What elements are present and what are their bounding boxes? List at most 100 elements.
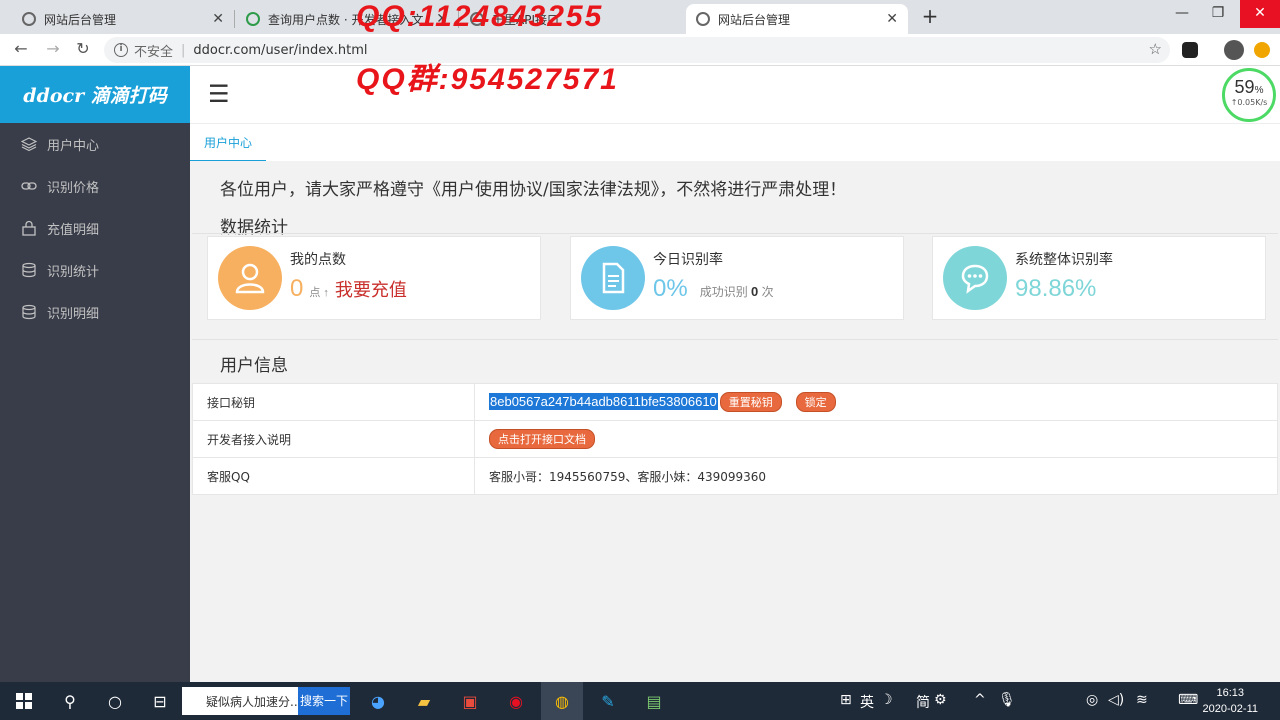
clock-date: 2020-02-11 bbox=[1202, 703, 1258, 715]
address-bar[interactable]: i 不安全 | ddocr.com/user/index.html ☆ bbox=[104, 37, 1170, 63]
percent-sign: % bbox=[1254, 85, 1264, 96]
table-row: 客服QQ 客服小哥：1945560759、客服小妹：439099360 bbox=[192, 457, 1278, 495]
close-icon[interactable]: ✕ bbox=[212, 11, 224, 27]
developer-doc-cell: 点击打开接口文档 bbox=[474, 420, 1278, 458]
system-clock[interactable]: 16:13 2020-02-11 bbox=[1203, 685, 1258, 717]
cortana-icon[interactable]: ○ bbox=[103, 689, 127, 713]
browser-tabstrip: 网站后台管理 ✕ 查询用户点数 · 开发者接入文 ✕ 千里API接口 网站后台管… bbox=[0, 0, 1280, 34]
success-unit: 次 bbox=[761, 285, 774, 299]
ime-grid-icon[interactable]: ⊞ bbox=[840, 692, 852, 708]
profile-icon[interactable] bbox=[1224, 40, 1244, 60]
database-icon bbox=[20, 303, 38, 321]
back-button[interactable]: ← bbox=[10, 38, 32, 60]
star-icon[interactable]: ☆ bbox=[1149, 40, 1162, 58]
sidebar-item-label: 识别明细 bbox=[47, 306, 100, 322]
api-key-cell: 8eb0567a247b44adb8611bfe53806610 重置秘钥 锁定 bbox=[474, 383, 1278, 421]
sidebar-item-pricing[interactable]: 识别价格 bbox=[0, 165, 190, 207]
divider bbox=[192, 233, 1278, 234]
windows-start-icon[interactable] bbox=[12, 689, 36, 713]
chat-icon bbox=[943, 246, 1007, 310]
notice-text: 各位用户，请大家严格遵守《用户使用协议/国家法律法规》，不然将进行严肃处理！ bbox=[220, 180, 847, 200]
upload-rate: ↑0.05K/s bbox=[1230, 98, 1268, 107]
folder-icon[interactable]: ▰ bbox=[412, 689, 436, 713]
api-key-value[interactable]: 8eb0567a247b44adb8611bfe53806610 bbox=[489, 393, 718, 410]
tab-user-center[interactable]: 用户中心 bbox=[190, 124, 267, 162]
qq-watermark: QQ:1124843255 bbox=[356, 0, 604, 33]
table-row: 开发者接入说明 点击打开接口文档 bbox=[192, 420, 1278, 458]
top-header: ☰ 59% ↑0.05K/s bbox=[190, 66, 1280, 123]
search-icon[interactable]: ⚲ bbox=[58, 689, 82, 713]
page-icon bbox=[246, 12, 260, 26]
sidebar-item-stats[interactable]: 识别统计 bbox=[0, 249, 190, 291]
url-text[interactable]: ddocr.com/user/index.html bbox=[193, 43, 367, 58]
speed-percent: 59 bbox=[1234, 77, 1255, 97]
taskbar-search-button[interactable]: 搜索一下 bbox=[298, 687, 350, 715]
sidebar-item-user-center[interactable]: 用户中心 bbox=[0, 123, 190, 165]
volume-icon[interactable]: ◁) bbox=[1108, 692, 1124, 708]
restore-button[interactable]: ❐ bbox=[1200, 0, 1236, 28]
link-icon bbox=[20, 177, 38, 195]
wechat-icon[interactable]: ◎ bbox=[1086, 692, 1098, 708]
success-label: 成功识别 bbox=[699, 285, 748, 299]
sidebar-item-details[interactable]: 识别明细 bbox=[0, 291, 190, 333]
card-title: 我的点数 bbox=[290, 252, 346, 268]
table-row: 接口秘钥 8eb0567a247b44adb8611bfe53806610 重置秘… bbox=[192, 383, 1278, 421]
page: ddocr 滴滴打码 用户中心 识别价格 充值明细 识别统计 识别明细 ☰ 59… bbox=[0, 66, 1280, 682]
edge-icon[interactable]: ◕ bbox=[366, 689, 390, 713]
close-window-button[interactable]: ✕ bbox=[1240, 0, 1280, 28]
api-key-label: 接口秘钥 bbox=[192, 383, 475, 421]
forward-button[interactable]: → bbox=[42, 38, 64, 60]
task-view-icon[interactable]: ⊟ bbox=[148, 689, 172, 713]
microphone-icon[interactable]: 🎙 bbox=[998, 692, 1016, 708]
sidebar-item-label: 充值明细 bbox=[47, 222, 100, 238]
browser-tab-1[interactable]: 网站后台管理 ✕ bbox=[12, 4, 234, 34]
card-title: 今日识别率 bbox=[653, 252, 723, 268]
developer-doc-label: 开发者接入说明 bbox=[192, 420, 475, 458]
overall-rate-value: 98.86% bbox=[1015, 275, 1097, 302]
wifi-icon[interactable]: ≋ bbox=[1136, 692, 1148, 708]
extension-icon[interactable] bbox=[1182, 42, 1198, 58]
points-unit: 点 ↑ bbox=[309, 287, 329, 299]
moon-icon[interactable]: ☽ bbox=[880, 692, 893, 708]
ime-language[interactable]: 英 bbox=[860, 692, 874, 712]
logo[interactable]: ddocr 滴滴打码 bbox=[0, 66, 190, 123]
security-status: 不安全 bbox=[134, 44, 174, 60]
today-rate-card: 今日识别率 0% 成功识别 0 次 bbox=[570, 236, 904, 320]
gear-icon[interactable]: ⚙ bbox=[934, 692, 947, 708]
points-card: 我的点数 0 点 ↑ 我要充值 bbox=[207, 236, 541, 320]
record-icon[interactable]: ◉ bbox=[504, 689, 528, 713]
card-title: 系统整体识别率 bbox=[1015, 252, 1113, 268]
app-icon-2[interactable]: ▤ bbox=[642, 689, 666, 713]
browser-tab-4-active[interactable]: 网站后台管理 ✕ bbox=[686, 4, 908, 34]
globe-icon bbox=[22, 12, 36, 26]
alert-icon[interactable] bbox=[1254, 42, 1270, 58]
ime-mode[interactable]: 简 bbox=[916, 692, 930, 712]
taskbar-search-box[interactable]: 疑似病人加速分... 搜索一下 bbox=[182, 687, 350, 715]
sidebar-item-label: 识别统计 bbox=[47, 264, 100, 280]
reset-key-button[interactable]: 重置秘钥 bbox=[719, 392, 782, 412]
app-icon[interactable]: ▣ bbox=[458, 689, 482, 713]
menu-icon[interactable]: ☰ bbox=[208, 80, 230, 108]
taskbar: ⚲ ○ ⊟ 疑似病人加速分... 搜索一下 ◕ ▰ ▣ ◉ ◍ ✎ ▤ ⊞ 英 … bbox=[0, 682, 1280, 720]
success-count: 0 bbox=[751, 284, 759, 299]
close-icon[interactable]: ✕ bbox=[886, 11, 898, 27]
page-tabs: 用户中心 bbox=[190, 123, 1280, 162]
database-icon bbox=[20, 261, 38, 279]
new-tab-button[interactable]: + bbox=[920, 4, 940, 28]
qq-group-watermark: QQ群:954527571 bbox=[356, 63, 619, 96]
lock-key-button[interactable]: 锁定 bbox=[795, 392, 836, 412]
sidebar-item-recharge[interactable]: 充值明细 bbox=[0, 207, 190, 249]
recharge-link[interactable]: 我要充值 bbox=[335, 280, 407, 300]
keyboard-icon[interactable]: ⌨ bbox=[1178, 692, 1198, 708]
main-content: 各位用户，请大家严格遵守《用户使用协议/国家法律法规》，不然将进行严肃处理！ 数… bbox=[190, 161, 1280, 682]
taskbar-search-text[interactable]: 疑似病人加速分... bbox=[182, 693, 298, 710]
user-info-table: 接口秘钥 8eb0567a247b44adb8611bfe53806610 重置秘… bbox=[192, 383, 1278, 495]
info-icon[interactable]: i bbox=[114, 43, 128, 57]
reload-button[interactable]: ↻ bbox=[72, 38, 94, 60]
open-api-doc-button[interactable]: 点击打开接口文档 bbox=[489, 429, 595, 449]
chevron-up-icon[interactable]: ^ bbox=[974, 692, 986, 708]
minimize-button[interactable]: — bbox=[1164, 0, 1200, 28]
pen-icon[interactable]: ✎ bbox=[596, 689, 620, 713]
globe-icon bbox=[696, 12, 710, 26]
chrome-icon[interactable]: ◍ bbox=[550, 689, 574, 713]
